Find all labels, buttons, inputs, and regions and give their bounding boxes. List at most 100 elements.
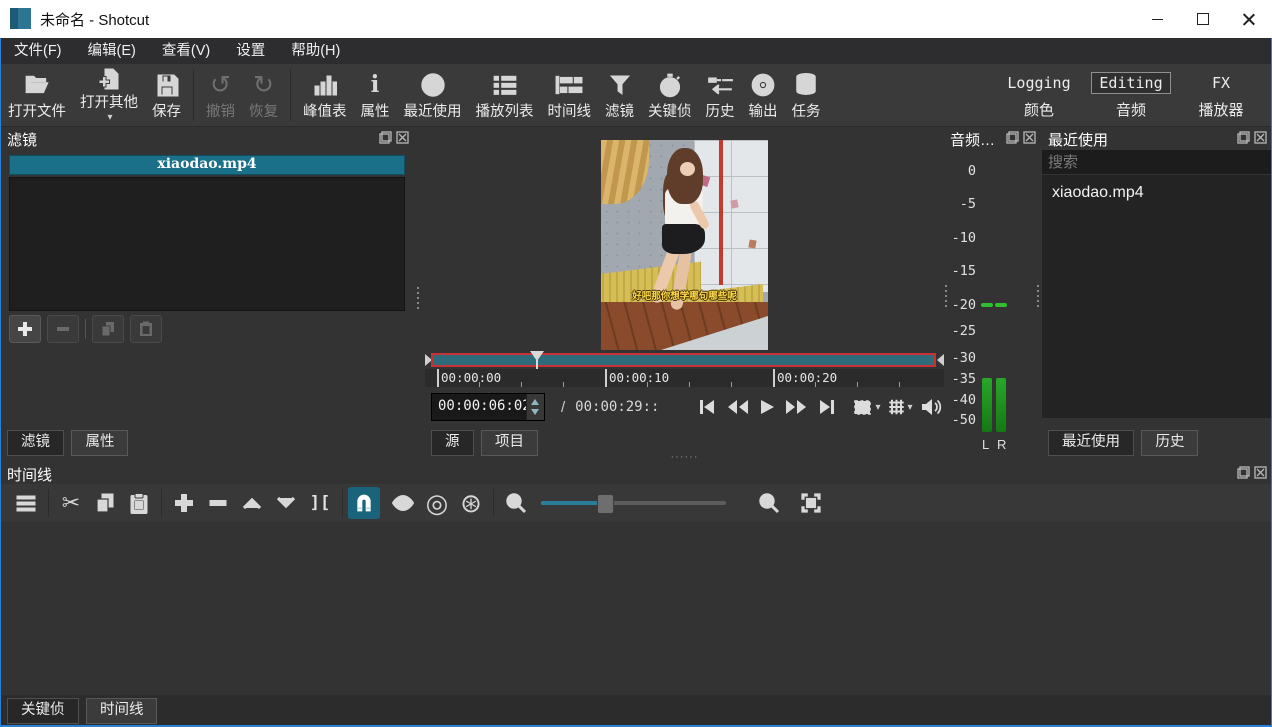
add-filter-button[interactable]	[9, 315, 41, 343]
zoom-fit-button[interactable]	[794, 487, 828, 519]
close-panel-icon[interactable]	[1254, 466, 1267, 479]
clock-icon	[420, 70, 446, 100]
skip-start-button[interactable]	[697, 399, 717, 415]
spin-up-icon[interactable]	[531, 399, 539, 405]
tab-filters[interactable]: 滤镜	[7, 430, 64, 456]
tab-properties[interactable]: 属性	[71, 430, 128, 456]
menu-help[interactable]: 帮助(H)	[278, 38, 353, 64]
lift-button[interactable]	[235, 487, 269, 519]
skip-end-button[interactable]	[817, 399, 837, 415]
scrubber-bar[interactable]	[431, 353, 936, 367]
zoom-in-button[interactable]	[752, 487, 786, 519]
save-button[interactable]: 保存	[145, 67, 188, 123]
filter-actions-separator	[85, 319, 86, 339]
float-panel-icon[interactable]	[1237, 466, 1250, 479]
overwrite-button[interactable]	[269, 487, 303, 519]
split-button[interactable]: ][	[303, 487, 337, 519]
menu-bar: 文件(F) 编辑(E) 查看(V) 设置 帮助(H)	[1, 38, 1271, 64]
shotcut-window: 未命名 - Shotcut 文件(F) 编辑(E) 查看(V) 设置 帮助(H)…	[0, 0, 1272, 727]
paste-button[interactable]	[122, 487, 156, 519]
close-panel-icon[interactable]	[1254, 131, 1267, 144]
search-input[interactable]	[1042, 150, 1271, 174]
copy-filters-button[interactable]	[92, 315, 124, 343]
close-button[interactable]	[1226, 0, 1272, 38]
play-button[interactable]	[759, 399, 775, 415]
timeline-button[interactable]: 时间线	[541, 67, 599, 123]
menu-file[interactable]: 文件(F)	[1, 38, 75, 64]
history-button[interactable]: 历史	[699, 67, 742, 123]
properties-button[interactable]: i 属性	[354, 67, 397, 123]
rewind-button[interactable]	[727, 399, 749, 415]
snap-toggle-button[interactable]	[348, 487, 380, 519]
redo-button[interactable]: ↻ 恢复	[242, 67, 285, 123]
tab-keyframes[interactable]: 关键侦	[7, 698, 79, 724]
tab-recent[interactable]: 最近使用	[1048, 430, 1134, 456]
timeline-zoom-slider[interactable]	[541, 487, 726, 519]
layout-editing-button[interactable]: Editing	[1091, 72, 1170, 94]
hamburger-icon	[15, 494, 37, 512]
close-panel-icon[interactable]	[396, 131, 409, 144]
recent-list-item[interactable]: xiaodao.mp4	[1042, 175, 1271, 211]
recent-button[interactable]: 最近使用	[397, 67, 469, 123]
open-file-button[interactable]: 打开文件	[1, 67, 73, 123]
close-panel-icon[interactable]	[1023, 131, 1036, 144]
spin-buttons[interactable]	[526, 394, 544, 420]
menu-view[interactable]: 查看(V)	[149, 38, 223, 64]
scrubber[interactable]	[425, 352, 944, 368]
layout-logging-button[interactable]: Logging	[1000, 73, 1077, 93]
undo-button[interactable]: ↺ 撤销	[199, 67, 242, 123]
db-label: -10	[946, 230, 976, 246]
timeline-menu-button[interactable]	[9, 487, 43, 519]
out-point-marker[interactable]	[937, 354, 944, 366]
cut-button[interactable]: ✂	[54, 487, 88, 519]
keyframes-button[interactable]: 关键侦	[641, 67, 699, 123]
time-ruler[interactable]: 00:00:00 00:00:10 00:00:20	[425, 369, 944, 387]
ruler-label-10: 00:00:10	[609, 370, 669, 385]
current-time-spinbox[interactable]: 00:00:06:02	[431, 393, 545, 421]
filters-button[interactable]: 滤镜	[598, 67, 641, 123]
menu-settings[interactable]: 设置	[223, 38, 278, 64]
append-button[interactable]	[167, 487, 201, 519]
output-button[interactable]: 输出	[742, 67, 785, 123]
peak-meter-button[interactable]: 峰值表	[296, 67, 354, 123]
scrub-while-dragging-button[interactable]	[386, 487, 420, 519]
slider-handle[interactable]	[597, 494, 614, 514]
zoom-mode-button[interactable]	[853, 399, 880, 416]
volume-button[interactable]	[921, 398, 943, 416]
layout-audio-button[interactable]: 音频	[1109, 98, 1153, 121]
left-splitter[interactable]	[413, 127, 425, 462]
layout-player-button[interactable]: 播放器	[1191, 98, 1250, 121]
minimize-button[interactable]	[1134, 0, 1180, 38]
channel-right-label: R	[997, 437, 1006, 452]
tab-history[interactable]: 历史	[1141, 430, 1198, 456]
timeline-tracks-area[interactable]	[1, 522, 1271, 695]
maximize-button[interactable]	[1180, 0, 1226, 38]
splitter-handle-dots[interactable]	[1037, 285, 1039, 307]
filter-list[interactable]	[9, 177, 405, 311]
layout-color-button[interactable]: 颜色	[1017, 98, 1061, 121]
video-preview[interactable]: 好吧那你想学哪句哪些呢	[601, 140, 768, 350]
ripple-toggle-button[interactable]: ◎	[420, 487, 454, 519]
float-panel-icon[interactable]	[1237, 131, 1250, 144]
float-panel-icon[interactable]	[379, 131, 392, 144]
ripple-delete-button[interactable]	[201, 487, 235, 519]
grid-button[interactable]	[887, 398, 913, 416]
open-other-button[interactable]: 打开其他	[73, 67, 145, 123]
copy-button[interactable]	[88, 487, 122, 519]
playlist-button[interactable]: 播放列表	[469, 67, 541, 123]
jobs-button[interactable]: 任务	[785, 67, 828, 123]
layout-fx-button[interactable]: FX	[1205, 73, 1237, 93]
fast-forward-button[interactable]	[785, 399, 807, 415]
ripple-all-tracks-button[interactable]: ⊛	[454, 487, 488, 519]
paste-filters-button[interactable]	[130, 315, 162, 343]
paste-icon	[138, 321, 154, 337]
main-area: 滤镜 xiaodao.mp4 滤镜	[1, 127, 1271, 462]
zoom-out-button[interactable]	[499, 487, 533, 519]
menu-edit[interactable]: 编辑(E)	[75, 38, 149, 64]
remove-filter-button[interactable]	[47, 315, 79, 343]
title-bar: 未命名 - Shotcut	[0, 0, 1272, 38]
tab-timeline[interactable]: 时间线	[86, 698, 158, 724]
horizontal-splitter-handle[interactable]	[425, 452, 944, 462]
spin-down-icon[interactable]	[531, 409, 539, 415]
float-panel-icon[interactable]	[1006, 131, 1019, 144]
